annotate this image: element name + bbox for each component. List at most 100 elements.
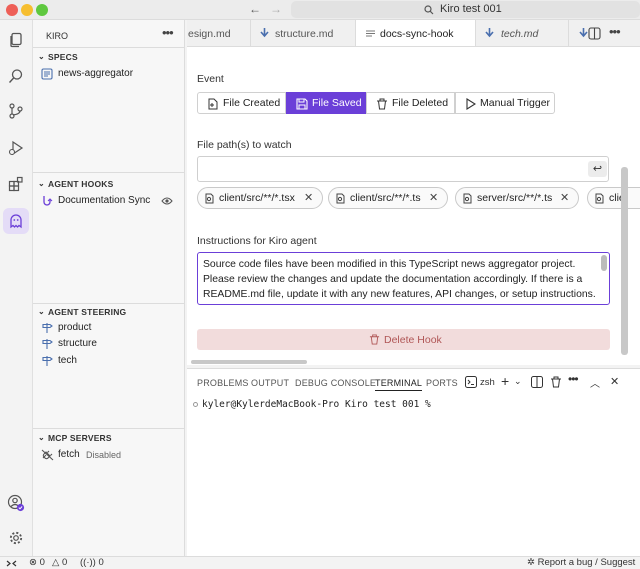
pattern-chip: clie — [587, 187, 640, 209]
command-center[interactable]: Kiro test 001 — [291, 1, 640, 18]
sidebar-item-label: news-aggregator — [58, 68, 134, 79]
split-terminal-icon[interactable] — [531, 376, 543, 388]
maximize-panel-icon[interactable]: ︿ — [590, 375, 600, 390]
ports-indicator[interactable]: ((·)) 0 — [80, 557, 104, 568]
shell-name[interactable]: zsh — [480, 377, 495, 388]
divider — [33, 303, 185, 304]
sidebar-item-product[interactable]: product — [33, 320, 184, 336]
terminal-output[interactable]: kyler@KylerdeMacBook-Pro Kiro test 001 % — [193, 399, 431, 410]
search-icon[interactable] — [5, 65, 27, 87]
enter-key-icon[interactable]: ↩ — [588, 161, 607, 177]
delete-hook-button[interactable]: Delete Hook — [197, 329, 610, 350]
sidebar-item-fetch[interactable]: fetch Disabled — [33, 447, 184, 463]
terminal-prompt: kyler@KylerdeMacBook-Pro Kiro test 001 % — [202, 399, 431, 410]
editor-horizontal-scrollbar[interactable] — [191, 360, 307, 364]
forward-arrow-icon[interactable]: → — [270, 2, 282, 16]
sidebar-item-tech[interactable]: tech — [33, 353, 184, 369]
event-manual-trigger-button[interactable]: Manual Trigger — [455, 92, 555, 114]
divider — [33, 428, 185, 429]
editor-vertical-scrollbar[interactable] — [621, 167, 628, 355]
hook-editor: Event File Created File Saved File Delet… — [187, 47, 640, 365]
pattern-chip: client/src/**/*.ts ✕ — [328, 187, 448, 209]
instructions-textarea[interactable]: Source code files have been modified in … — [197, 252, 610, 305]
section-header-agent-hooks[interactable]: ⌄ AGENT HOOKS — [38, 179, 113, 189]
ports-count: 0 — [98, 557, 104, 568]
event-file-saved-button[interactable]: File Saved — [286, 92, 366, 114]
new-terminal-icon[interactable]: + — [501, 373, 509, 389]
window-title: Kiro test 001 — [440, 3, 502, 15]
event-label: File Saved — [312, 97, 362, 109]
kill-terminal-icon[interactable] — [550, 376, 562, 388]
sidebar-item-news-aggregator[interactable]: news-aggregator — [33, 66, 184, 82]
divider — [33, 172, 185, 173]
divider — [33, 47, 185, 48]
remove-chip-icon[interactable]: ✕ — [304, 191, 313, 204]
panel-tab-debug-console[interactable]: DEBUG CONSOLE — [295, 378, 376, 388]
textarea-scrollbar[interactable] — [601, 255, 607, 271]
section-header-mcp-servers[interactable]: ⌄ MCP SERVERS — [38, 433, 112, 443]
warnings-indicator[interactable]: △ 0 — [52, 557, 67, 568]
remove-chip-icon[interactable]: ✕ — [429, 191, 438, 204]
terminal-icon — [465, 376, 477, 388]
delete-hook-label: Delete Hook — [384, 334, 442, 346]
chevron-down-icon: ⌄ — [38, 52, 45, 61]
explorer-icon[interactable] — [5, 29, 27, 51]
tab-label: esign.md — [188, 28, 231, 40]
search-icon — [424, 5, 434, 15]
zoom-window-button[interactable] — [36, 4, 48, 16]
pattern-chip: client/src/**/*.tsx ✕ — [197, 187, 323, 209]
eye-icon[interactable] — [161, 196, 173, 206]
tab-tech-md[interactable]: tech.md — [476, 20, 569, 46]
back-arrow-icon[interactable]: ← — [249, 2, 261, 16]
panel-tab-output[interactable]: OUTPUT — [251, 378, 289, 388]
panel-tab-problems[interactable]: PROBLEMS — [197, 378, 249, 388]
run-debug-icon[interactable] — [5, 137, 27, 159]
trash-icon — [377, 98, 387, 110]
tab-docs-sync-hook[interactable]: docs-sync-hook — [356, 20, 476, 46]
close-window-button[interactable] — [6, 4, 18, 16]
event-file-deleted-button[interactable]: File Deleted — [366, 92, 455, 114]
event-label: File Deleted — [392, 97, 449, 109]
sidebar-item-documentation-sync[interactable]: Documentation Sync — [33, 193, 184, 209]
tab-label: tech.md — [501, 28, 539, 40]
more-actions-icon[interactable]: ••• — [609, 24, 621, 39]
error-icon: ⊗ — [29, 557, 37, 568]
markdown-download-icon — [579, 28, 588, 38]
activity-bar — [0, 20, 33, 556]
kiro-ghost-icon[interactable] — [3, 208, 29, 234]
errors-indicator[interactable]: ⊗ 0 — [29, 557, 45, 568]
event-file-created-button[interactable]: File Created — [197, 92, 286, 114]
file-path-input[interactable]: ↩ — [197, 156, 609, 182]
report-bug-link[interactable]: ✲ Report a bug / Suggest — [527, 557, 635, 568]
section-header-specs[interactable]: ⌄ SPECS — [38, 52, 78, 62]
steering-signpost-icon — [42, 323, 53, 333]
panel-tab-terminal[interactable]: TERMINAL — [375, 378, 423, 391]
file-search-icon — [205, 193, 214, 204]
pattern-chip-label: client/src/**/*.tsx — [219, 192, 295, 204]
split-editor-icon[interactable] — [588, 27, 601, 40]
close-panel-icon[interactable]: ✕ — [610, 375, 619, 388]
pattern-chip: server/src/**/*.ts ✕ — [455, 187, 579, 209]
chevron-down-icon: ⌄ — [38, 433, 45, 442]
tab-design-md[interactable]: esign.md — [187, 20, 251, 46]
remote-icon[interactable] — [6, 559, 17, 568]
section-header-agent-steering[interactable]: ⌄ AGENT STEERING — [38, 307, 127, 317]
more-actions-icon[interactable]: ••• — [162, 25, 174, 40]
remove-chip-icon[interactable]: ✕ — [560, 191, 569, 204]
chevron-down-icon[interactable]: ⌄ — [514, 376, 522, 387]
account-icon[interactable] — [5, 492, 27, 514]
minimize-window-button[interactable] — [21, 4, 33, 16]
more-actions-icon[interactable]: ••• — [568, 372, 579, 386]
instructions-line: README.md file, update it with any new f… — [203, 289, 596, 300]
chevron-down-icon: ⌄ — [38, 307, 45, 316]
extensions-icon[interactable] — [5, 173, 27, 195]
sidebar-item-label: structure — [58, 338, 97, 349]
section-title: AGENT STEERING — [48, 307, 127, 317]
file-search-icon — [463, 193, 472, 204]
settings-icon[interactable] — [5, 527, 27, 549]
panel-tab-ports[interactable]: PORTS — [426, 378, 458, 388]
instructions-line: Source code files have been modified in … — [203, 259, 576, 270]
source-control-icon[interactable] — [5, 100, 27, 122]
sidebar-item-structure[interactable]: structure — [33, 336, 184, 352]
tab-structure-md[interactable]: structure.md — [251, 20, 356, 46]
